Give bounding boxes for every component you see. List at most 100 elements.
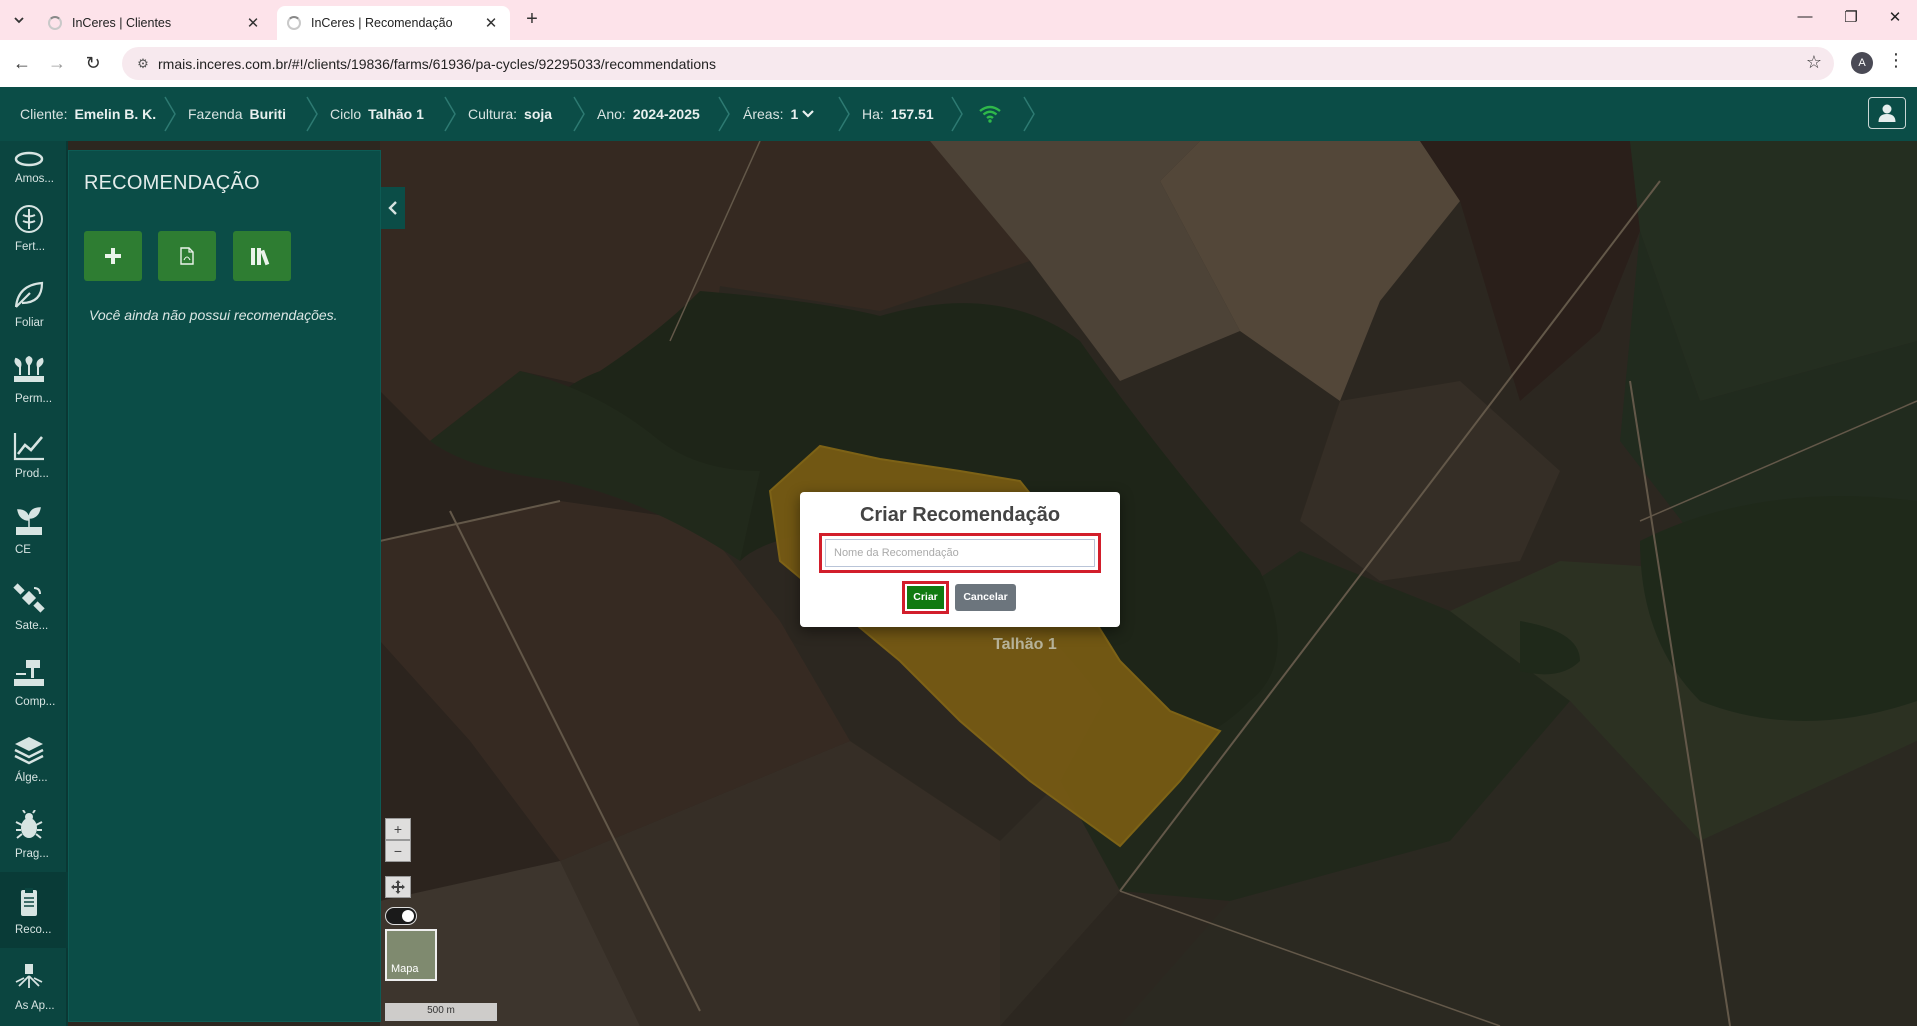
breadcrumb-ano[interactable]: Ano: 2024-2025 (597, 87, 700, 141)
sidebar-item-produtividade[interactable]: Prod... (0, 416, 68, 492)
pdf-file-icon (180, 247, 194, 265)
layer-toggle-switch[interactable] (385, 907, 417, 925)
pan-button[interactable] (385, 876, 411, 898)
basemap-thumbnail[interactable]: Mapa (385, 929, 437, 981)
books-icon (251, 248, 270, 266)
scale-bar: 500 m (385, 1003, 497, 1021)
sidebar-item-foliar[interactable]: Foliar (0, 265, 68, 341)
recommendation-panel: RECOMENDAÇÃO Você ainda não possui recom… (68, 150, 381, 1022)
cancel-button[interactable]: Cancelar (955, 584, 1016, 611)
minimize-button[interactable]: — (1790, 8, 1820, 25)
sidebar-item-label: As Ap... (15, 1000, 55, 1012)
breadcrumb-cultura[interactable]: Cultura: soja (468, 87, 552, 141)
plus-icon (105, 248, 121, 264)
create-recommendation-dialog: Criar Recomendação Criar Cancelar (800, 492, 1120, 627)
sidebar-item-label: CE (15, 544, 31, 556)
sprout-icon (16, 507, 42, 535)
cultura-value: soja (524, 106, 553, 122)
recommendation-name-input[interactable] (825, 539, 1095, 567)
tab-title: InCeres | Recomendação (311, 16, 453, 30)
zoom-in-button[interactable]: + (385, 818, 411, 840)
sidebar-item-algebra[interactable]: Álge... (0, 720, 68, 796)
window-close-button[interactable]: ✕ (1880, 8, 1910, 26)
chevron-left-icon (388, 201, 397, 215)
new-tab-button[interactable]: + (520, 8, 544, 31)
sample-icon (14, 151, 44, 167)
sidebar-item-label: Reco... (15, 924, 52, 936)
chevron-down-icon (802, 110, 815, 118)
ano-label: Ano: (597, 106, 626, 122)
sidebar-item-label: Perm... (15, 393, 53, 405)
sidebar-item-recomendacao[interactable]: Reco... (0, 872, 68, 948)
fazenda-label: Fazenda (188, 106, 243, 122)
forward-button[interactable]: → (44, 50, 70, 76)
user-icon (1878, 104, 1896, 122)
sidebar-item-fertilidade[interactable]: Fert... (0, 189, 68, 265)
breadcrumb-areas[interactable]: Áreas: 1 (743, 87, 815, 141)
reload-button[interactable]: ↻ (80, 50, 106, 76)
sidebar-item-label: Álge... (15, 772, 48, 784)
breadcrumb-ha: Ha: 157.51 (862, 87, 934, 141)
loading-icon (48, 16, 62, 30)
browser-menu-icon[interactable]: ⋮ (1887, 50, 1905, 71)
module-sidebar: Amos... Fert... Foliar Perm... Prod... C… (0, 141, 68, 1026)
breadcrumb-separator-icon (1022, 95, 1036, 133)
bug-icon (15, 810, 43, 839)
sidebar-item-permanentes[interactable]: Perm... (0, 341, 68, 417)
cliente-label: Cliente: (20, 106, 68, 122)
zoom-out-button[interactable]: − (385, 840, 411, 862)
tab-title: InCeres | Clientes (72, 16, 172, 30)
areas-value: 1 (790, 106, 799, 122)
url-text: rmais.inceres.com.br/#!/clients/19836/fa… (158, 55, 716, 72)
collapse-panel-button[interactable] (381, 187, 405, 229)
cultura-label: Cultura: (468, 106, 518, 122)
cliente-value: Emelin B. K. (74, 106, 157, 122)
address-bar[interactable]: ⚙ rmais.inceres.com.br/#!/clients/19836/… (122, 47, 1834, 80)
breadcrumb-separator-icon (305, 95, 319, 133)
sidebar-item-pragas[interactable]: Prag... (0, 796, 68, 872)
move-icon (391, 880, 405, 894)
app-header: Cliente: Emelin B. K. Fazenda Buriti Cic… (0, 87, 1917, 141)
add-recommendation-button[interactable] (84, 231, 142, 281)
chevron-down-icon (14, 17, 24, 24)
user-menu-button[interactable] (1868, 97, 1906, 129)
browser-toolbar: ← → ↻ ⚙ rmais.inceres.com.br/#!/clients/… (0, 40, 1917, 87)
sidebar-item-aplicacoes[interactable]: As Ap... (0, 948, 68, 1024)
tab-clientes[interactable]: InCeres | Clientes ✕ (38, 6, 272, 40)
sidebar-item-label: Sate... (15, 620, 49, 632)
breadcrumb-separator-icon (717, 95, 731, 133)
create-button[interactable]: Criar (907, 586, 944, 609)
dialog-title: Criar Recomendação (859, 504, 1061, 526)
sidebar-item-label: Foliar (15, 317, 44, 329)
sidebar-item-ce[interactable]: CE (0, 492, 68, 568)
restore-button[interactable]: ❐ (1836, 8, 1866, 26)
fazenda-value: Buriti (249, 106, 287, 122)
breadcrumb-separator-icon (163, 95, 177, 133)
sidebar-item-compactacao[interactable]: Comp... (0, 644, 68, 720)
sidebar-item-label: Amos... (15, 173, 54, 185)
export-pdf-button[interactable] (158, 231, 216, 281)
basemap-label: Mapa (391, 963, 419, 975)
site-info-icon[interactable]: ⚙ (128, 56, 158, 72)
close-icon[interactable]: ✕ (482, 14, 500, 32)
sidebar-item-label: Comp... (15, 696, 56, 708)
sidebar-item-amostragem[interactable]: Amos... (0, 121, 68, 197)
ha-value: 157.51 (890, 106, 934, 122)
create-button-highlight: Criar (902, 581, 949, 614)
breadcrumb-separator-icon (443, 95, 457, 133)
breadcrumb-fazenda[interactable]: Fazenda Buriti (188, 87, 286, 141)
fertilizer-icon (15, 205, 43, 233)
sidebar-item-satelite[interactable]: Sate... (0, 568, 68, 644)
library-button[interactable] (233, 231, 291, 281)
tab-search-button[interactable] (8, 9, 30, 31)
sidebar-item-label: Fert... (15, 241, 46, 253)
leaf-icon (14, 281, 44, 308)
breadcrumb-ciclo[interactable]: Ciclo Talhão 1 (330, 87, 424, 141)
back-button[interactable]: ← (9, 50, 35, 76)
panel-title: RECOMENDAÇÃO (84, 172, 260, 194)
bookmark-star-icon[interactable]: ☆ (1806, 52, 1822, 73)
field-label: Talhão 1 (993, 636, 1057, 653)
tab-recomendacao[interactable]: InCeres | Recomendação ✕ (277, 6, 510, 40)
close-icon[interactable]: ✕ (244, 14, 262, 32)
profile-avatar[interactable]: A (1851, 52, 1873, 74)
